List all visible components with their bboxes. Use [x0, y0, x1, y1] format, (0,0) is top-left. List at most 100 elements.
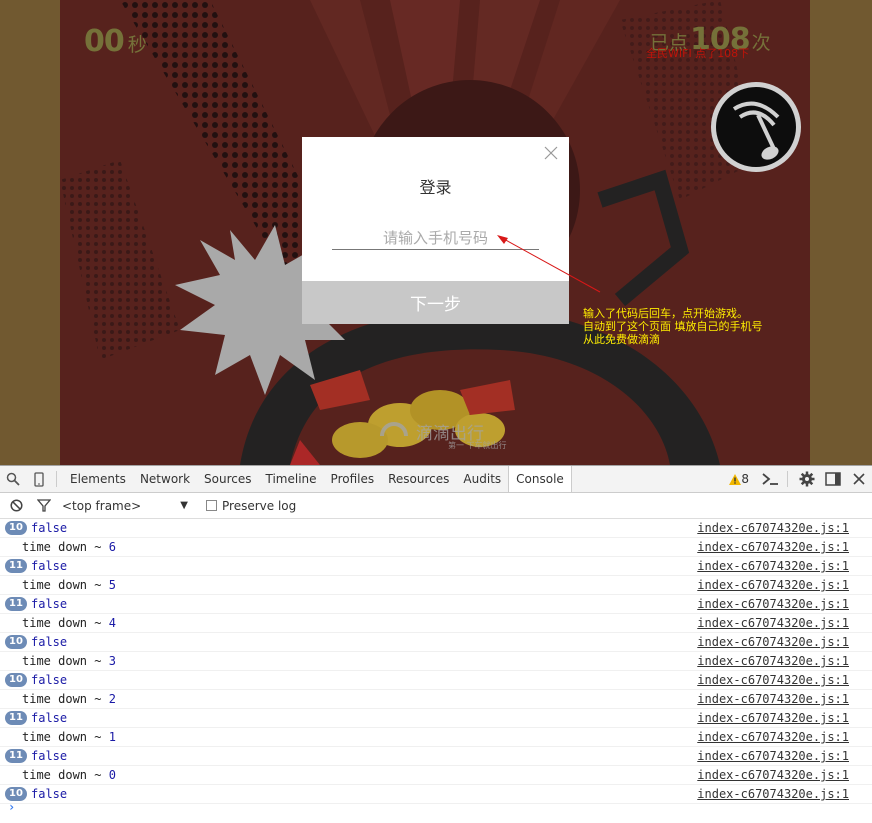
devtools-right-controls: 8 — [729, 466, 872, 492]
console-row: time down ~ 3 index-c67074320e.js:1 — [0, 652, 872, 671]
console-message-number: 5 — [108, 578, 116, 592]
filter-icon[interactable] — [34, 496, 54, 516]
warning-icon — [729, 473, 742, 485]
console-row: 11 false index-c67074320e.js:1 — [0, 709, 872, 728]
chevron-down-icon: ▼ — [180, 500, 188, 511]
console-message-number: 1 — [108, 730, 116, 744]
tab-sources[interactable]: Sources — [197, 466, 258, 492]
tab-elements[interactable]: Elements — [63, 466, 133, 492]
source-link[interactable]: index-c67074320e.js:1 — [697, 711, 849, 725]
close-icon[interactable] — [543, 145, 559, 161]
source-link[interactable]: index-c67074320e.js:1 — [697, 692, 849, 706]
phone-number-input[interactable] — [332, 226, 539, 250]
console-message: false — [31, 597, 67, 611]
console-message: time down ~ 4 — [22, 616, 116, 630]
game-area: 00 秒 已点 108 次 全民WIFI 点了108下 滴滴出行 第一 下车就出… — [0, 0, 872, 465]
login-dialog: 登录 下一步 — [302, 137, 569, 324]
source-link[interactable]: index-c67074320e.js:1 — [697, 768, 849, 782]
tab-timeline[interactable]: Timeline — [259, 466, 324, 492]
console-message-number: 3 — [108, 654, 116, 668]
console-message: false — [31, 635, 67, 649]
tab-audits[interactable]: Audits — [456, 466, 508, 492]
device-mode-icon[interactable] — [26, 466, 52, 492]
dialog-title: 登录 — [419, 178, 452, 197]
console-message-text: time down ~ — [22, 616, 109, 630]
source-link[interactable]: index-c67074320e.js:1 — [697, 521, 849, 535]
console-row: 10 false index-c67074320e.js:1 — [0, 633, 872, 652]
console-message-text: time down ~ — [22, 578, 109, 592]
console-message: false — [31, 559, 67, 573]
console-row: 11 false index-c67074320e.js:1 — [0, 747, 872, 766]
console-message-text: false — [31, 711, 68, 725]
console-message-text: time down ~ — [22, 730, 109, 744]
repeat-count-badge: 10 — [5, 521, 27, 535]
repeat-count-badge: 11 — [5, 749, 27, 763]
repeat-count-badge: 10 — [5, 673, 27, 687]
frame-selector-value: <top frame> — [62, 498, 142, 513]
source-link[interactable]: index-c67074320e.js:1 — [697, 578, 849, 592]
console-message: time down ~ 1 — [22, 730, 116, 744]
next-step-button[interactable]: 下一步 — [302, 281, 569, 324]
annotation-line-1: 输入了代码后回车，点开始游戏。 — [583, 307, 748, 320]
console-message-text: false — [31, 521, 68, 535]
console-message-number: 6 — [108, 540, 116, 554]
prompt-caret-icon: › — [8, 800, 16, 814]
console-row: time down ~ 4 index-c67074320e.js:1 — [0, 614, 872, 633]
warning-counter[interactable]: 8 — [729, 472, 749, 486]
settings-gear-icon[interactable] — [794, 466, 820, 492]
dock-side-icon[interactable] — [820, 466, 846, 492]
console-row: time down ~ 2 index-c67074320e.js:1 — [0, 690, 872, 709]
inspect-search-icon[interactable] — [0, 466, 26, 492]
console-message: time down ~ 5 — [22, 578, 116, 592]
console-row: time down ~ 1 index-c67074320e.js:1 — [0, 728, 872, 747]
console-message-text: false — [31, 559, 68, 573]
console-prompt[interactable]: › — [0, 799, 872, 819]
console-row: 11 false index-c67074320e.js:1 — [0, 595, 872, 614]
source-link[interactable]: index-c67074320e.js:1 — [697, 540, 849, 554]
tab-console[interactable]: Console — [508, 466, 572, 492]
source-link[interactable]: index-c67074320e.js:1 — [697, 616, 849, 630]
console-message-text: time down ~ — [22, 540, 109, 554]
annotation-note: 输入了代码后回车，点开始游戏。 自动到了这个页面 填放自己的手机号 从此免费做滴… — [583, 307, 763, 346]
console-message: false — [31, 521, 67, 535]
console-filterbar: <top frame> ▼ Preserve log — [0, 493, 872, 519]
annotation-line-2: 自动到了这个页面 填放自己的手机号 — [583, 320, 763, 333]
console-row: 10 false index-c67074320e.js:1 — [0, 671, 872, 690]
close-devtools-icon[interactable] — [846, 466, 872, 492]
console-message: false — [31, 749, 67, 763]
source-link[interactable]: index-c67074320e.js:1 — [697, 597, 849, 611]
repeat-count-badge: 11 — [5, 711, 27, 725]
console-message-text: false — [31, 635, 68, 649]
console-message: false — [31, 673, 67, 687]
console-row: 10 false index-c67074320e.js:1 — [0, 519, 872, 538]
repeat-count-badge: 10 — [5, 635, 27, 649]
repeat-count-badge: 11 — [5, 559, 27, 573]
console-message: time down ~ 3 — [22, 654, 116, 668]
source-link[interactable]: index-c67074320e.js:1 — [697, 749, 849, 763]
devtools-panel: Elements Network Sources Timeline Profil… — [0, 465, 872, 823]
tab-network[interactable]: Network — [133, 466, 197, 492]
console-message-number: 2 — [108, 692, 116, 706]
console-row: time down ~ 0 index-c67074320e.js:1 — [0, 766, 872, 785]
frame-selector[interactable]: <top frame> ▼ — [62, 499, 188, 513]
preserve-log-label: Preserve log — [222, 498, 297, 513]
console-message: time down ~ 6 — [22, 540, 116, 554]
source-link[interactable]: index-c67074320e.js:1 — [697, 654, 849, 668]
clear-console-icon[interactable] — [6, 496, 26, 516]
console-message-number: 4 — [108, 616, 116, 630]
console-message-text: time down ~ — [22, 692, 109, 706]
source-link[interactable]: index-c67074320e.js:1 — [697, 673, 849, 687]
warning-count: 8 — [741, 472, 749, 486]
console-drawer-icon[interactable] — [757, 466, 783, 492]
source-link[interactable]: index-c67074320e.js:1 — [697, 559, 849, 573]
preserve-log-checkbox[interactable] — [206, 500, 217, 511]
annotation-line-3: 从此免费做滴滴 — [583, 333, 660, 346]
tab-profiles[interactable]: Profiles — [324, 466, 382, 492]
console-message: time down ~ 0 — [22, 768, 116, 782]
tab-resources[interactable]: Resources — [381, 466, 456, 492]
source-link[interactable]: index-c67074320e.js:1 — [697, 730, 849, 744]
console-message-text: time down ~ — [22, 768, 109, 782]
console-row: time down ~ 5 index-c67074320e.js:1 — [0, 576, 872, 595]
source-link[interactable]: index-c67074320e.js:1 — [697, 635, 849, 649]
console-message-text: time down ~ — [22, 654, 109, 668]
